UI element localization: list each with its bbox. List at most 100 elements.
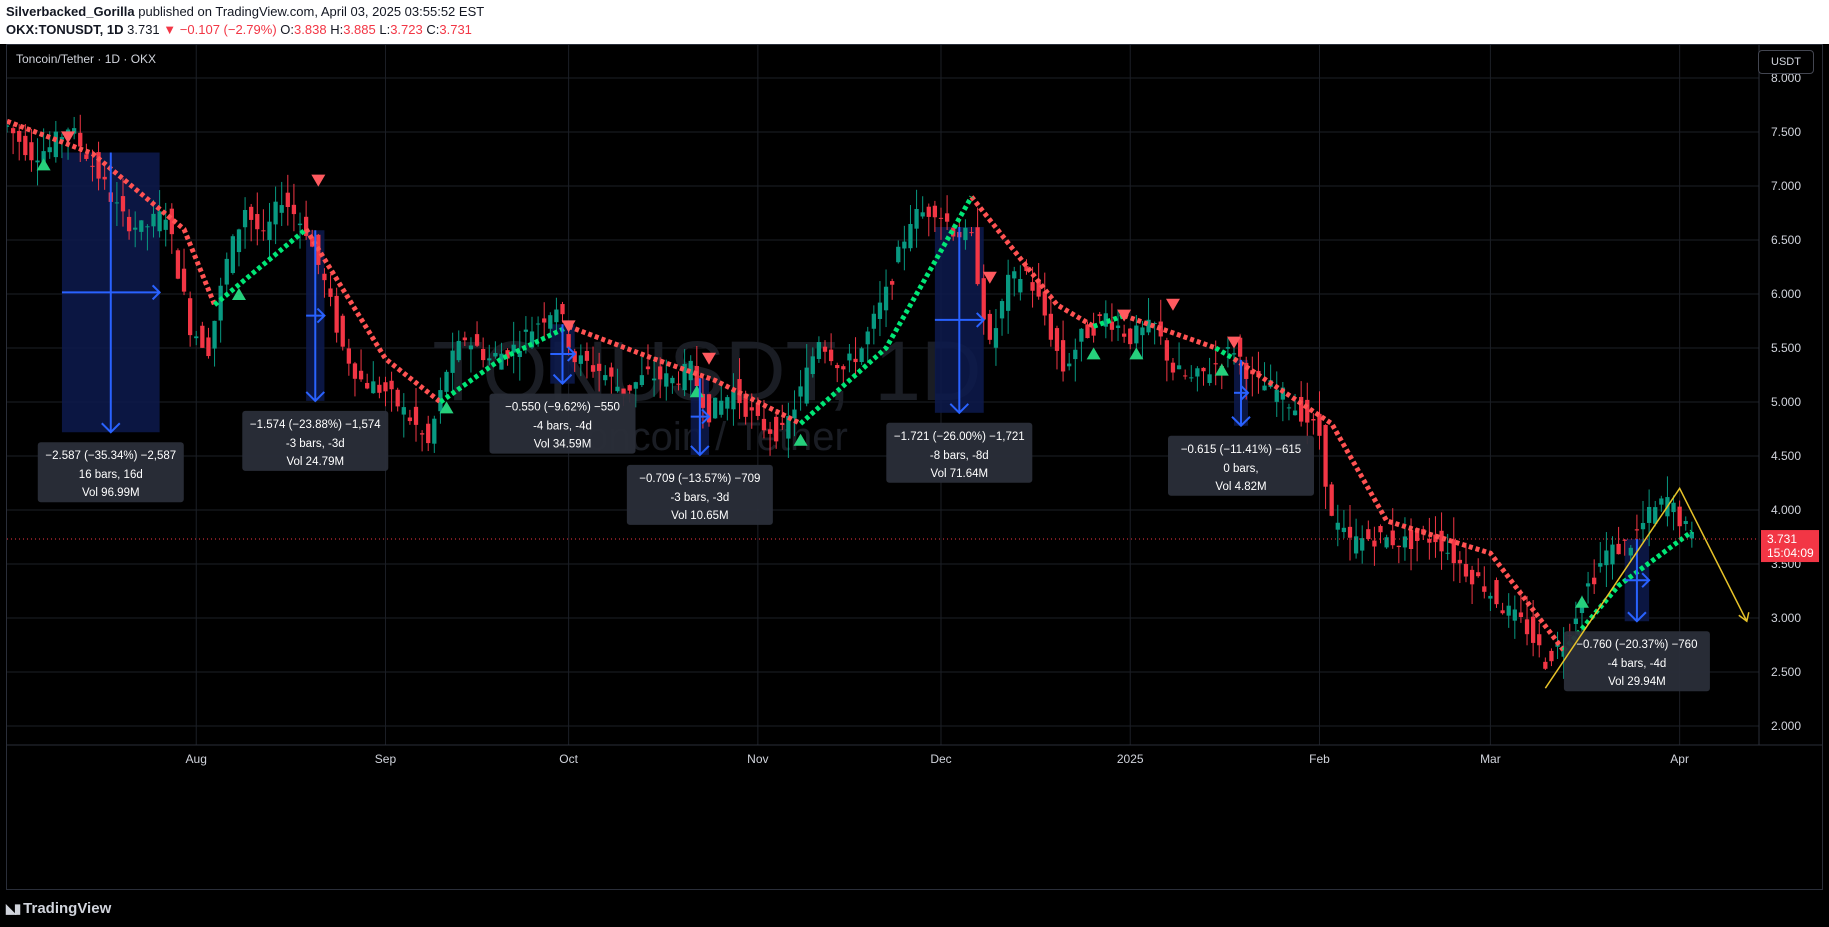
measure-bars-label: -8 bars, -8d: [930, 450, 989, 462]
candle-body: [462, 337, 467, 341]
price-chart[interactable]: TONUSDT, 1DToncoin / Tether−2.587 (−35.3…: [7, 45, 1822, 889]
y-tick-label: 2.500: [1771, 665, 1801, 679]
candle-body: [1067, 363, 1072, 367]
candle-body: [749, 407, 754, 411]
candle-body: [291, 204, 297, 215]
measure-volume-label: Vol 4.82M: [1215, 481, 1266, 493]
candle-body: [151, 213, 156, 227]
measure-bars-label: -4 bars, -4d: [533, 421, 592, 433]
candle-body: [1323, 424, 1328, 487]
candle-body: [432, 418, 437, 444]
candle-body: [236, 229, 242, 253]
candle-body: [29, 142, 34, 161]
publisher-name[interactable]: Silverbacked_Gorilla: [6, 4, 135, 19]
candle-body: [1183, 375, 1188, 377]
candle-body: [841, 366, 846, 370]
candle-body: [334, 295, 339, 333]
candle-body: [938, 217, 944, 219]
measure-volume-label: Vol 29.94M: [1608, 676, 1666, 688]
candle-body: [554, 309, 559, 323]
x-tick-label: Dec: [930, 752, 951, 766]
candle-body: [1616, 543, 1621, 555]
candle-body: [566, 334, 571, 348]
candle-body: [1439, 530, 1444, 552]
candle-body: [1195, 368, 1200, 377]
x-tick-label: Nov: [747, 752, 768, 766]
candle-body: [1585, 583, 1591, 587]
measure-volume-label: Vol 71.64M: [931, 468, 989, 480]
candle-body: [1622, 539, 1627, 541]
candle-body: [1128, 328, 1133, 345]
candle-body: [914, 208, 919, 229]
candle-body: [523, 329, 529, 332]
candle-body: [987, 313, 992, 340]
candle-body: [908, 223, 913, 249]
candle-body: [267, 221, 272, 241]
buy-signal-icon: [1129, 347, 1144, 360]
candle-body: [645, 366, 651, 370]
candle-body: [255, 214, 260, 230]
candle-body: [1292, 410, 1298, 416]
publisher-line: Silverbacked_Gorilla published on Tradin…: [6, 4, 484, 19]
measure-change-label: −1.574 (−23.88%) −1,574: [250, 419, 381, 431]
candle-body: [883, 286, 889, 311]
candle-body: [859, 348, 864, 363]
candle-body: [17, 130, 22, 142]
candle-body: [1042, 291, 1047, 316]
candle-body: [1683, 521, 1688, 524]
candle-body: [365, 382, 370, 389]
candle-body: [261, 230, 266, 232]
candle-body: [7, 125, 10, 127]
low-value: 3.723: [390, 22, 423, 37]
candle-body: [1592, 577, 1597, 585]
candle-body: [1457, 559, 1463, 564]
candle-body: [847, 353, 852, 361]
candle-body: [719, 400, 724, 415]
candle-body: [1518, 612, 1524, 617]
candle-body: [816, 342, 822, 359]
candle-body: [1170, 362, 1176, 373]
candle-body: [120, 196, 126, 212]
candle-body: [487, 358, 492, 361]
candle-body: [963, 227, 968, 241]
candle-body: [102, 176, 107, 180]
ohlc-line: OKX:TONUSDT, 1D 3.731 ▼ −0.107 (−2.79%) …: [6, 22, 472, 37]
y-tick-label: 5.000: [1771, 395, 1801, 409]
candle-body: [1524, 619, 1530, 635]
candle-body: [1048, 313, 1054, 340]
candle-body: [1482, 586, 1487, 592]
tradingview-logo[interactable]: ◣▮ TradingView: [6, 900, 111, 917]
candle-body: [548, 315, 553, 329]
candle-body: [1390, 530, 1395, 546]
candle-body: [1610, 544, 1615, 565]
candle-body: [1353, 536, 1359, 554]
candle-body: [999, 301, 1005, 319]
candle-body: [279, 205, 284, 213]
candle-body: [1311, 419, 1316, 421]
chart-pane[interactable]: TONUSDT, 1DToncoin / Tether−2.587 (−35.3…: [6, 44, 1823, 890]
candle-body: [481, 349, 486, 361]
close-value: 3.731: [439, 22, 472, 37]
currency-button[interactable]: USDT: [1758, 50, 1814, 74]
candle-body: [53, 131, 58, 158]
trend-line-green: [1092, 313, 1125, 329]
close-label: C:: [426, 22, 440, 37]
candle-body: [1488, 595, 1493, 599]
y-tick-label: 4.000: [1771, 503, 1801, 517]
candle-body: [1073, 349, 1078, 360]
measure-bars-label: -3 bars, -3d: [670, 492, 729, 504]
candle-body: [1628, 547, 1633, 556]
measure-volume-label: Vol 10.65M: [671, 510, 729, 522]
candle-body: [346, 348, 351, 364]
candle-body: [1097, 314, 1102, 317]
candle-body: [822, 346, 828, 352]
candle-body: [493, 352, 498, 357]
candle-body: [798, 386, 803, 397]
candle-body: [200, 325, 205, 348]
candle-body: [1262, 385, 1267, 391]
candle-body: [1134, 325, 1139, 344]
x-tick-label: Feb: [1309, 752, 1330, 766]
candle-body: [828, 349, 834, 362]
sell-signal-icon: [1117, 309, 1132, 322]
candle-body: [993, 328, 999, 348]
